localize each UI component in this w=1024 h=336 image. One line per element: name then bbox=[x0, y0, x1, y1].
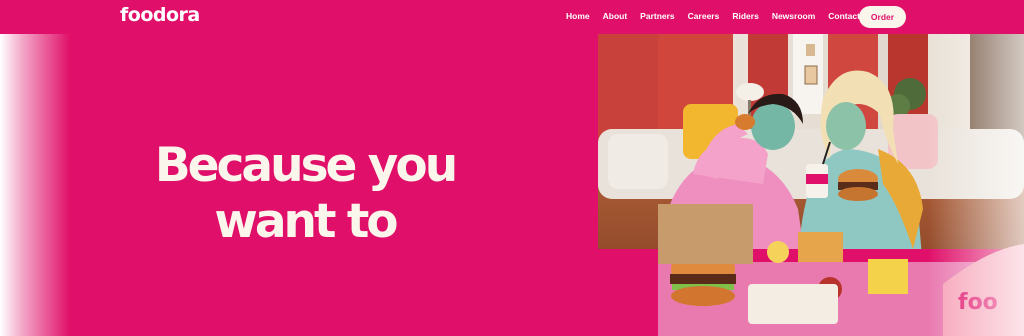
nav-about[interactable]: About bbox=[603, 11, 628, 21]
nav-newsroom[interactable]: Newsroom bbox=[772, 11, 815, 21]
hero-headline: Because you want to bbox=[145, 138, 465, 250]
order-button[interactable]: Order bbox=[859, 6, 906, 28]
hero-headline-line-1: Because you bbox=[154, 138, 458, 193]
nav-careers[interactable]: Careers bbox=[688, 11, 720, 21]
site-header: foodora Home About Partners Careers Ride… bbox=[0, 0, 1024, 34]
foodora-logo[interactable]: foodora bbox=[120, 4, 200, 26]
hero-section: Because you want to bbox=[0, 34, 1024, 336]
nav-home[interactable]: Home bbox=[566, 11, 590, 21]
hero-photo: foo bbox=[598, 34, 1024, 336]
hero-left-fade bbox=[0, 34, 70, 336]
main-nav: Home About Partners Careers Riders Newsr… bbox=[566, 11, 873, 21]
hero-headline-line-2: want to bbox=[214, 194, 398, 249]
nav-contact[interactable]: Contact bbox=[828, 11, 860, 21]
nav-riders[interactable]: Riders bbox=[732, 11, 758, 21]
nav-partners[interactable]: Partners bbox=[640, 11, 675, 21]
